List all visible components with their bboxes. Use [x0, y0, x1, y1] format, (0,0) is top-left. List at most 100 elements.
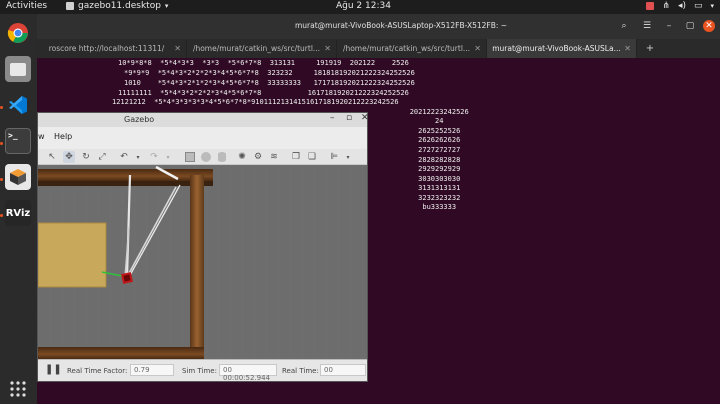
- sim-time-label: Sim Time:: [182, 367, 217, 375]
- undo-icon[interactable]: ↶: [118, 151, 130, 163]
- terminal-line: 2828282828: [376, 156, 461, 164]
- app-menu[interactable]: gazebo11.desktop ▾: [66, 1, 168, 11]
- terminal-title: murat@murat-VivoBook-ASUSLaptop-X512FB-X…: [295, 21, 508, 30]
- rtf-value: 0.79: [130, 364, 174, 376]
- rviz-icon[interactable]: RViz: [5, 200, 31, 226]
- gazebo-3d-view[interactable]: [38, 165, 367, 359]
- running-indicator: [0, 106, 3, 109]
- gazebo-menubar: w Help: [38, 127, 367, 149]
- gazebo-icon[interactable]: [5, 164, 31, 190]
- gazebo-title: Gazebo: [124, 115, 155, 124]
- tab-turtl-1[interactable]: /home/murat/catkin_ws/src/turtl... ✕: [187, 39, 337, 58]
- select-icon[interactable]: ↖: [46, 151, 58, 163]
- terminal-line: 10*9*8*8 *5*4*3*3 *3*3 *5*6*7*8 313131 1…: [118, 59, 409, 67]
- chevron-down-icon[interactable]: ▾: [132, 151, 144, 163]
- menu-icon[interactable]: ☰: [641, 20, 653, 32]
- scale-icon[interactable]: ⤢: [96, 151, 108, 163]
- chevron-down-icon: ▾: [164, 2, 169, 10]
- battery-icon: ▭: [693, 1, 703, 11]
- running-indicator: [0, 142, 3, 145]
- new-tab-button[interactable]: +: [637, 39, 663, 58]
- tab-label: murat@murat-VivoBook-ASUSLa...: [492, 44, 621, 53]
- translate-icon[interactable]: ✥: [63, 151, 75, 163]
- terminal-line: 1010 *5*4*3*2*1*2*3*4*5*6*7*8 33333333 1…: [124, 79, 415, 87]
- terminal-line: 3131313131: [376, 184, 461, 192]
- tab-label: roscore http://localhost:11311/: [48, 44, 165, 53]
- gazebo-titlebar[interactable]: Gazebo – ▫ ✕: [38, 113, 369, 127]
- paste-icon[interactable]: ❏: [306, 151, 318, 163]
- terminal-titlebar[interactable]: murat@murat-VivoBook-ASUSLaptop-X512FB-X…: [37, 14, 720, 39]
- terminal-line: 3030303030: [376, 175, 461, 183]
- dock: >_ RViz: [0, 14, 37, 404]
- chevron-down-icon: ▾: [710, 2, 714, 10]
- tab-murat[interactable]: murat@murat-VivoBook-ASUSLa... ✕: [487, 39, 637, 58]
- terminal-icon[interactable]: >_: [5, 128, 31, 154]
- files-icon[interactable]: [5, 56, 31, 82]
- app-icon: [66, 2, 74, 10]
- minimize-button[interactable]: –: [663, 20, 675, 32]
- clock[interactable]: Ağu 2 12:34: [336, 1, 391, 11]
- terminal-line: 2929292929: [376, 165, 461, 173]
- rotate-icon[interactable]: ↻: [80, 151, 92, 163]
- close-icon[interactable]: ✕: [624, 44, 631, 53]
- vscode-icon[interactable]: [5, 92, 31, 118]
- sim-time-value: 00 00:00:52.944: [219, 364, 277, 382]
- close-icon[interactable]: ✕: [174, 44, 181, 53]
- running-indicator: [0, 178, 3, 181]
- cylinder-icon[interactable]: [216, 151, 228, 163]
- maximize-button[interactable]: ▫: [346, 113, 352, 123]
- terminal-line: 3232323232: [376, 194, 461, 202]
- redo-icon[interactable]: ↷: [148, 151, 160, 163]
- terminal-line: 2625252526: [376, 127, 461, 135]
- real-time-value: 00 00:01:09.: [320, 364, 366, 376]
- chrome-icon[interactable]: [5, 20, 31, 46]
- spot-light-icon[interactable]: ⚙: [252, 151, 264, 163]
- rtf-label: Real Time Factor:: [67, 367, 128, 375]
- box-icon[interactable]: [184, 151, 196, 163]
- terminal-line: 2626262626: [376, 136, 461, 144]
- pause-icon[interactable]: ❚❚: [45, 364, 62, 375]
- app-name: gazebo11.desktop: [78, 1, 161, 11]
- chevron-down-icon[interactable]: ▾: [162, 151, 174, 163]
- system-tray[interactable]: ⋔ ◂) ▭ ▾: [646, 1, 714, 11]
- close-icon[interactable]: ✕: [474, 44, 481, 53]
- terminal-line: *9*9*9 *5*4*3*2*2*2*3*4*5*6*7*8 323232 1…: [124, 69, 415, 77]
- close-button[interactable]: ✕: [361, 113, 369, 123]
- gazebo-window[interactable]: Gazebo – ▫ ✕ w Help ↖ ✥ ↻ ⤢ ↶ ▾ ↷ ▾ ✺ ⚙ …: [37, 112, 369, 382]
- wall-top: [38, 169, 213, 181]
- gazebo-toolbar: ↖ ✥ ↻ ⤢ ↶ ▾ ↷ ▾ ✺ ⚙ ≋ ❐ ❏ ⊫ ▾: [38, 149, 367, 165]
- show-applications-icon[interactable]: [5, 376, 31, 402]
- sphere-icon[interactable]: [200, 151, 212, 163]
- box-object: [38, 223, 106, 287]
- align-icon[interactable]: ⊫: [328, 151, 340, 163]
- terminal-line: bu333333: [376, 203, 457, 211]
- real-time-label: Real Time:: [282, 367, 319, 375]
- record-icon: [646, 2, 655, 10]
- tab-roscore[interactable]: roscore http://localhost:11311/ ✕: [37, 39, 187, 58]
- terminal-line: 11111111 *5*4*3*2*2*2*3*4*5*6*7*8 161718…: [118, 89, 409, 97]
- tab-turtl-2[interactable]: /home/murat/catkin_ws/src/turtl... ✕: [337, 39, 487, 58]
- close-button[interactable]: ✕: [703, 20, 715, 32]
- search-icon[interactable]: ⌕: [618, 20, 630, 32]
- directional-light-icon[interactable]: ≋: [268, 151, 280, 163]
- tab-label: /home/murat/catkin_ws/src/turtl...: [342, 44, 471, 53]
- minimize-button[interactable]: –: [330, 113, 335, 123]
- volume-icon: ◂): [677, 1, 686, 11]
- wall-right: [190, 175, 204, 359]
- network-icon: ⋔: [662, 1, 670, 11]
- chevron-down-icon[interactable]: ▾: [342, 151, 354, 163]
- terminal-line: 24: [376, 117, 444, 125]
- activities-button[interactable]: Activities: [6, 1, 47, 11]
- point-light-icon[interactable]: ✺: [236, 151, 248, 163]
- terminal-line: 20212223242526: [376, 108, 469, 116]
- scene-render: [38, 165, 367, 359]
- top-bar: Activities gazebo11.desktop ▾ Ağu 2 12:3…: [0, 0, 720, 14]
- running-indicator: [0, 214, 3, 217]
- copy-icon[interactable]: ❐: [290, 151, 302, 163]
- terminal-line: 12121212 *5*4*3*3*3*3*4*5*6*7*8*91011121…: [112, 98, 399, 106]
- menu-help[interactable]: Help: [54, 132, 72, 141]
- close-icon[interactable]: ✕: [324, 44, 331, 53]
- wall-bottom: [38, 347, 204, 359]
- menu-view[interactable]: w: [38, 132, 45, 141]
- maximize-button[interactable]: ▢: [684, 20, 696, 32]
